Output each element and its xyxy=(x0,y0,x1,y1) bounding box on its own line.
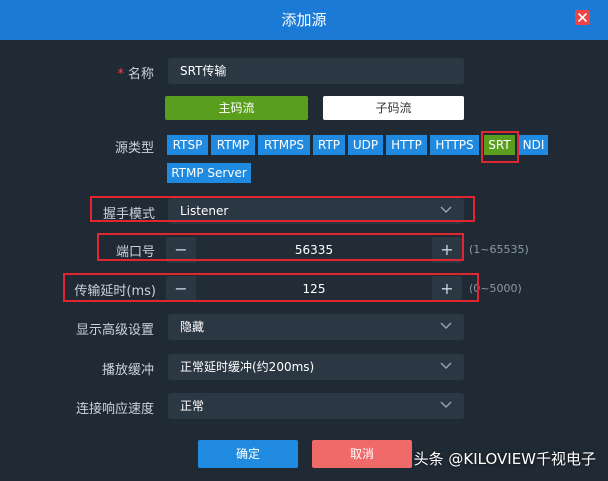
source-type-label: 源类型 xyxy=(114,141,154,156)
latency-label: 传输延时(ms) xyxy=(74,284,156,299)
latency-range-hint: (0~5000) xyxy=(469,282,522,295)
watermark: 头条 @KILOVIEW千视电子 xyxy=(413,450,596,468)
name-input-value: SRT传输 xyxy=(180,64,227,78)
add-source-dialog: 添加源 * 名称 SRT传输 主码流 子码流 源类型 RTSP RTMP RTMP… xyxy=(0,0,608,481)
advanced-select[interactable]: 隐藏 xyxy=(168,314,464,340)
tab-main-stream[interactable]: 主码流 xyxy=(165,96,308,120)
source-option-rtmps[interactable]: RTMPS xyxy=(258,135,310,155)
source-option-srt[interactable]: SRT xyxy=(484,135,515,155)
response-select[interactable]: 正常 xyxy=(168,393,464,419)
chevron-down-icon xyxy=(440,206,452,213)
latency-stepper[interactable]: − 125 + xyxy=(166,276,462,302)
source-option-rtp[interactable]: RTP xyxy=(313,135,345,155)
advanced-value: 隐藏 xyxy=(180,320,205,334)
latency-decrement-button[interactable]: − xyxy=(168,276,194,302)
cancel-button[interactable]: 取消 xyxy=(312,440,412,468)
port-label: 端口号 xyxy=(115,245,155,260)
name-label-text: 名称 xyxy=(127,67,154,82)
port-decrement-button[interactable]: − xyxy=(168,237,194,263)
source-option-https[interactable]: HTTPS xyxy=(430,135,479,155)
chevron-down-icon xyxy=(440,322,452,329)
advanced-label: 显示高级设置 xyxy=(75,323,154,338)
close-icon xyxy=(577,12,588,23)
buffer-select[interactable]: 正常延时缓冲(约200ms) xyxy=(168,354,464,380)
port-value[interactable]: 56335 xyxy=(196,237,432,263)
source-option-rtsp[interactable]: RTSP xyxy=(167,135,208,155)
close-button[interactable] xyxy=(575,10,590,25)
buffer-label: 播放缓冲 xyxy=(101,363,154,378)
chevron-down-icon xyxy=(440,362,452,369)
response-label: 连接响应速度 xyxy=(75,402,154,417)
source-option-http[interactable]: HTTP xyxy=(386,135,427,155)
source-option-udp[interactable]: UDP xyxy=(348,135,383,155)
port-range-hint: (1~65535) xyxy=(469,243,529,256)
source-option-ndi[interactable]: NDI xyxy=(519,135,548,155)
port-increment-button[interactable]: + xyxy=(434,237,460,263)
name-label: * 名称 xyxy=(80,63,154,82)
port-stepper[interactable]: − 56335 + xyxy=(166,237,462,263)
source-option-rtmp-server[interactable]: RTMP Server xyxy=(167,163,251,183)
confirm-button[interactable]: 确定 xyxy=(198,440,298,468)
dialog-title: 添加源 xyxy=(281,11,327,29)
tab-sub-stream[interactable]: 子码流 xyxy=(323,96,464,120)
handshake-mode-label: 握手模式 xyxy=(102,207,155,222)
latency-increment-button[interactable]: + xyxy=(434,276,460,302)
handshake-mode-select[interactable]: Listener xyxy=(168,198,464,224)
latency-value[interactable]: 125 xyxy=(196,276,432,302)
name-input[interactable]: SRT传输 xyxy=(168,58,464,84)
source-option-rtmp[interactable]: RTMP xyxy=(211,135,255,155)
response-value: 正常 xyxy=(180,399,205,413)
buffer-value: 正常延时缓冲(约200ms) xyxy=(180,360,315,374)
required-mark: * xyxy=(117,67,124,82)
handshake-mode-value: Listener xyxy=(180,204,229,218)
chevron-down-icon xyxy=(440,401,452,408)
